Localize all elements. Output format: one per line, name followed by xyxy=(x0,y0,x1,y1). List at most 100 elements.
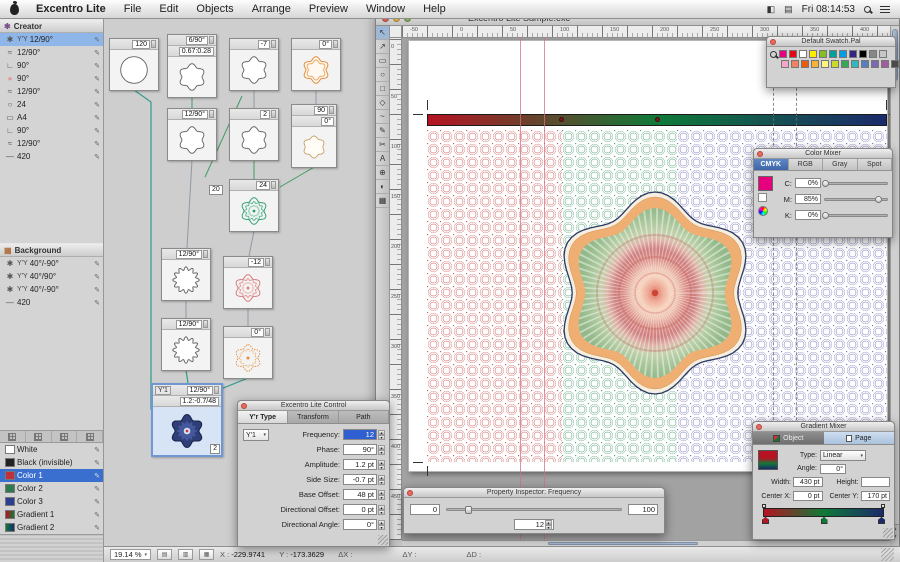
node-contour[interactable]: 90 0° xyxy=(291,104,337,168)
tab-gray[interactable]: Gray xyxy=(823,159,858,170)
node-rosette[interactable]: -12 xyxy=(223,256,273,309)
panel-title-bar[interactable]: Gradient Mixer xyxy=(753,422,894,432)
channel-value-field[interactable]: 0% xyxy=(795,178,821,188)
edit-icon[interactable]: ✎ xyxy=(94,286,101,294)
gradient-handle[interactable] xyxy=(881,504,885,508)
width-field[interactable]: 430 pt xyxy=(793,477,823,487)
node-stepper[interactable] xyxy=(203,320,208,328)
node-stepper[interactable] xyxy=(214,386,219,394)
gradient-handle[interactable] xyxy=(559,117,564,122)
close-icon[interactable] xyxy=(770,39,776,45)
parameter-value[interactable]: 1.2 pt xyxy=(343,459,377,470)
color-swatch[interactable] xyxy=(799,50,807,58)
apple-menu-icon[interactable] xyxy=(10,4,19,15)
menu-item-arrange[interactable]: Arrange xyxy=(243,3,300,15)
vertical-ruler[interactable]: 050100150200250300350400450 xyxy=(390,38,402,540)
gradient-handle[interactable] xyxy=(762,504,766,508)
node-subvalue[interactable]: 1.2:-0.7/48 xyxy=(180,397,219,406)
node-stepper[interactable] xyxy=(203,250,208,258)
tab-type[interactable]: Y'r Type xyxy=(238,411,288,423)
background-row[interactable]: ✱Y'Y40°/-90°✎ xyxy=(0,257,103,270)
max-field[interactable]: 100 xyxy=(628,504,658,515)
panel-title-bar[interactable]: Excentro Lite Control xyxy=(238,401,389,411)
palette-tab-library[interactable] xyxy=(77,431,103,442)
tool-zoom[interactable]: ⊕ xyxy=(376,166,389,180)
node-stepper[interactable] xyxy=(333,40,338,48)
creator-row[interactable]: ∟90°✎ xyxy=(0,124,103,137)
panel-resize-grip[interactable] xyxy=(378,535,388,545)
edit-icon[interactable]: ✎ xyxy=(94,101,101,109)
node-selected-rosette[interactable]: Y'112/90° 1.2:-0.7/48 2 xyxy=(151,383,223,457)
view-mode-button[interactable]: ▥ xyxy=(178,549,193,560)
background-row[interactable]: —420✎ xyxy=(0,296,103,309)
background-row[interactable]: ✱Y'Y40°/90°✎ xyxy=(0,270,103,283)
parameter-value[interactable]: 0 pt xyxy=(343,504,377,515)
parameter-field[interactable]: -0.7 pt▴▾ xyxy=(343,474,385,485)
guide-line[interactable] xyxy=(544,38,545,540)
tool-ellipse[interactable]: ○ xyxy=(376,68,389,82)
creator-row[interactable]: ≈12/90°✎ xyxy=(0,85,103,98)
edit-icon[interactable]: ✎ xyxy=(94,511,101,519)
creator-row[interactable]: ≈12/90°✎ xyxy=(0,137,103,150)
display-icon[interactable]: ◧ xyxy=(767,4,776,15)
parameter-value[interactable]: 0° xyxy=(343,519,377,530)
spotlight-icon[interactable] xyxy=(864,6,871,13)
node-contour[interactable]: 6/90° 0.67:0.28 xyxy=(167,34,217,98)
value-stepper[interactable]: ▴▾ xyxy=(378,430,385,440)
document-page[interactable] xyxy=(408,40,888,472)
edit-icon[interactable]: ✎ xyxy=(94,153,101,161)
close-icon[interactable] xyxy=(756,424,762,430)
panel-title-bar[interactable]: Default Swatch.Pal xyxy=(767,37,895,47)
channel-value-field[interactable]: 0% xyxy=(795,210,821,220)
edit-icon[interactable]: ✎ xyxy=(94,485,101,493)
parameter-field[interactable]: 1.2 pt▴▾ xyxy=(343,459,385,470)
color-swatch[interactable] xyxy=(831,60,839,68)
battery-icon[interactable]: ▤ xyxy=(784,4,793,15)
menu-item-edit[interactable]: Edit xyxy=(150,3,187,15)
palette-tab-patterns[interactable] xyxy=(52,431,78,442)
node-value[interactable]: -12 xyxy=(248,258,264,267)
node-contour[interactable]: 0° xyxy=(291,38,341,91)
color-swatch[interactable] xyxy=(779,50,787,58)
creator-row[interactable]: ●90°✎ xyxy=(0,72,103,85)
horizontal-scroll-thumb[interactable] xyxy=(548,542,698,545)
palette-tab-gradients[interactable] xyxy=(26,431,52,442)
swatch-row[interactable]: Black (invisible)✎ xyxy=(0,456,103,469)
node-rosette[interactable]: 24 xyxy=(229,179,279,232)
type-select[interactable]: Linear▾ xyxy=(820,450,866,461)
panel-title-bar[interactable]: Color Mixer xyxy=(754,149,892,159)
color-swatch[interactable] xyxy=(881,60,889,68)
node-circle[interactable]: 120 xyxy=(109,38,159,91)
gradient-stop[interactable] xyxy=(821,517,828,524)
node-value[interactable]: 12/90° xyxy=(187,386,213,395)
edit-icon[interactable]: ✎ xyxy=(94,49,101,57)
zoom-control[interactable]: 19.14 %▾ xyxy=(110,549,151,560)
slider-thumb[interactable] xyxy=(822,212,829,219)
node-stepper[interactable] xyxy=(265,328,270,336)
gradient-stop[interactable] xyxy=(762,517,769,524)
swatch-row[interactable]: Color 2✎ xyxy=(0,482,103,495)
creator-row[interactable]: ✱Y'Y12/90°✎ xyxy=(0,33,103,46)
color-swatch[interactable] xyxy=(841,60,849,68)
tool-hand[interactable]: ◐ xyxy=(376,180,389,194)
palette-tab-colors[interactable] xyxy=(0,431,26,442)
parameter-value[interactable]: 12 xyxy=(343,429,377,440)
edit-icon[interactable]: ✎ xyxy=(94,299,101,307)
window-resize-grip[interactable] xyxy=(881,548,894,561)
value-stepper[interactable]: ▴▾ xyxy=(378,520,385,530)
edit-icon[interactable]: ✎ xyxy=(94,127,101,135)
node-contour[interactable]: -7 xyxy=(229,38,279,91)
node-contour[interactable]: 12/90° xyxy=(161,318,211,371)
color-swatch[interactable] xyxy=(821,60,829,68)
edit-icon[interactable]: ✎ xyxy=(94,114,101,122)
min-field[interactable]: 0 xyxy=(410,504,440,515)
centery-field[interactable]: 170 pt xyxy=(861,491,891,501)
tab-object[interactable]: Object xyxy=(753,432,824,444)
node-subvalue[interactable]: 0° xyxy=(321,117,334,126)
height-field[interactable] xyxy=(861,477,891,487)
parameter-field[interactable]: 0°▴▾ xyxy=(343,519,385,530)
edit-icon[interactable]: ✎ xyxy=(94,75,101,83)
menu-item-objects[interactable]: Objects xyxy=(187,3,242,15)
color-swatch[interactable] xyxy=(829,50,837,58)
creator-row[interactable]: ○24✎ xyxy=(0,98,103,111)
